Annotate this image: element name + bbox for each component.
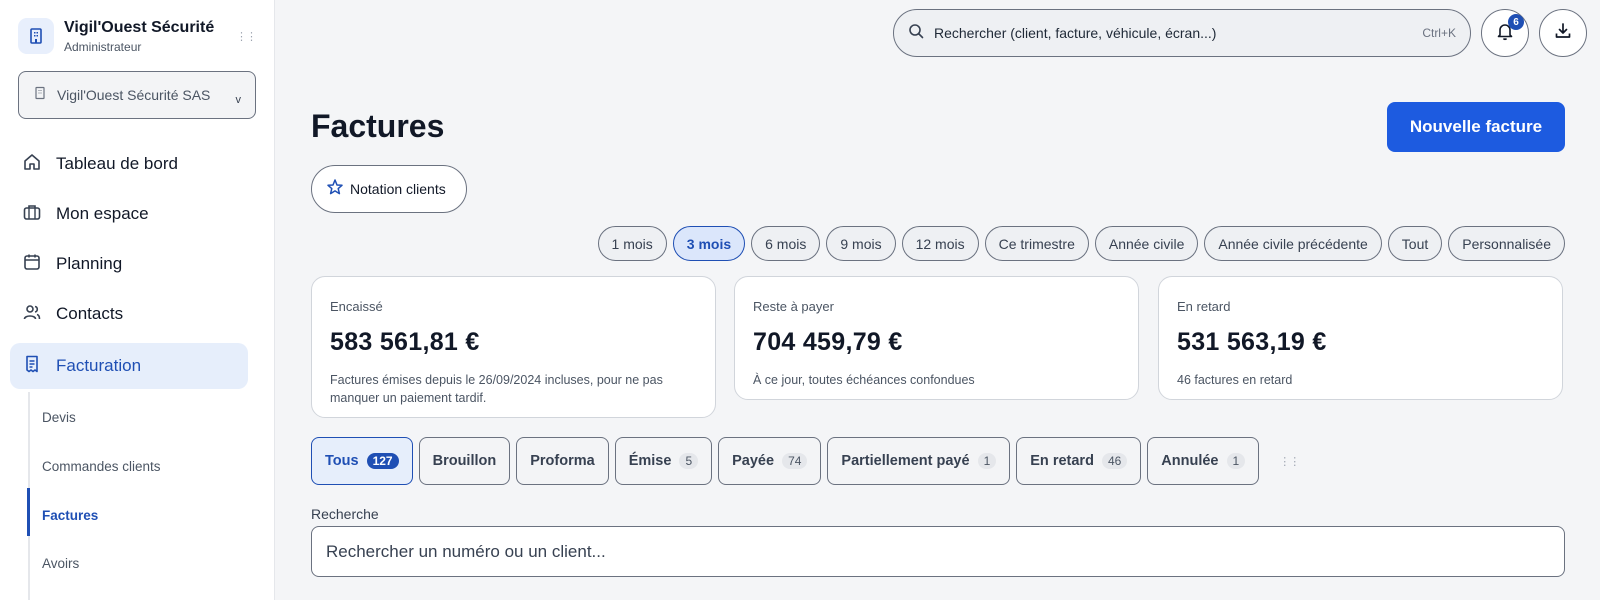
status-label: Émise	[628, 453, 672, 469]
card-note: 46 factures en retard	[1177, 373, 1293, 387]
sidebar-item-planning[interactable]: Planning	[10, 241, 248, 287]
status-label: Tous	[325, 453, 359, 469]
status-issued[interactable]: Émise 5	[614, 437, 713, 485]
receipt-icon	[22, 354, 42, 379]
briefcase-icon	[22, 202, 42, 227]
sidebar-item-dashboard[interactable]: Tableau de bord	[10, 141, 248, 187]
status-count: 127	[366, 453, 399, 469]
global-search-input[interactable]: Rechercher (client, facture, véhicule, é…	[893, 9, 1471, 57]
status-cancelled[interactable]: Annulée 1	[1147, 437, 1260, 485]
status-count: 74	[782, 453, 808, 469]
status-label: Payée	[732, 453, 775, 469]
status-partially-paid[interactable]: Partiellement payé 1	[827, 437, 1011, 485]
status-paid[interactable]: Payée 74	[718, 437, 822, 485]
client-rating-button[interactable]: Notation clients	[311, 165, 467, 213]
organization-select[interactable]: Vigil'Ouest Sécurité SAS v	[18, 71, 256, 119]
period-9-months[interactable]: 9 mois	[826, 226, 896, 261]
subnav-item-quotes[interactable]: Devis	[42, 410, 76, 425]
remaining-card: Reste à payer 704 459,79 € À ce jour, to…	[734, 276, 1139, 400]
status-proforma[interactable]: Proforma	[516, 437, 609, 485]
star-icon	[326, 178, 344, 201]
period-all[interactable]: Tout	[1387, 226, 1443, 261]
card-amount: 531 563,19 €	[1177, 328, 1327, 356]
card-label: Encaissé	[330, 299, 383, 314]
period-6-months[interactable]: 6 mois	[751, 226, 821, 261]
period-filter: 1 mois 3 mois 6 mois 9 mois 12 mois Ce t…	[597, 226, 1565, 261]
keyboard-shortcut-hint: Ctrl+K	[1422, 26, 1456, 40]
brand-role: Administrateur	[64, 40, 142, 54]
status-label: En retard	[1030, 453, 1094, 469]
sidebar-item-label: Facturation	[56, 356, 142, 375]
period-3-months[interactable]: 3 mois	[672, 226, 746, 261]
card-label: En retard	[1177, 299, 1231, 314]
period-custom[interactable]: Personnalisée	[1448, 226, 1565, 261]
drag-handle-icon[interactable]: ⋮⋮	[1279, 455, 1300, 468]
period-calendar-year[interactable]: Année civile	[1094, 226, 1199, 261]
subnav-active-marker	[27, 488, 30, 536]
overdue-card: En retard 531 563,19 € 46 factures en re…	[1158, 276, 1563, 400]
download-button[interactable]	[1539, 9, 1587, 57]
status-count: 46	[1101, 453, 1128, 469]
invoice-search-input[interactable]: Rechercher un numéro ou un client...	[311, 526, 1565, 577]
status-label: Proforma	[530, 453, 595, 469]
status-label: Annulée	[1161, 453, 1219, 469]
card-label: Reste à payer	[753, 299, 834, 314]
sidebar-item-my-space[interactable]: Mon espace	[10, 191, 248, 237]
card-note: Factures émises depuis le 26/09/2024 inc…	[330, 373, 663, 405]
card-amount: 704 459,79 €	[753, 328, 903, 356]
brand: Vigil'Ouest Sécurité Administrateur	[18, 18, 214, 54]
subnav-item-customer-orders[interactable]: Commandes clients	[42, 459, 161, 474]
period-1-month[interactable]: 1 mois	[597, 226, 667, 261]
invoice-search-label: Recherche	[311, 506, 379, 522]
status-draft[interactable]: Brouillon	[418, 437, 511, 485]
status-count: 5	[679, 453, 699, 469]
client-rating-label: Notation clients	[350, 181, 446, 197]
page-title: Factures	[311, 108, 445, 144]
status-overdue[interactable]: En retard 46	[1016, 437, 1142, 485]
drag-handle-icon[interactable]: ⋮⋮	[236, 30, 257, 43]
new-invoice-button[interactable]: Nouvelle facture	[1387, 102, 1565, 152]
sidebar: Vigil'Ouest Sécurité Administrateur ⋮⋮ V…	[0, 0, 275, 600]
subnav-item-invoices[interactable]: Factures	[42, 508, 98, 523]
period-12-months[interactable]: 12 mois	[901, 226, 979, 261]
status-label: Brouillon	[432, 453, 497, 469]
search-icon	[908, 23, 924, 44]
card-note: À ce jour, toutes échéances confondues	[753, 373, 975, 387]
sidebar-item-label: Mon espace	[56, 204, 149, 223]
notification-count-badge: 6	[1508, 14, 1524, 30]
status-count: 1	[977, 453, 997, 469]
card-amount: 583 561,81 €	[330, 328, 480, 356]
sidebar-item-label: Tableau de bord	[56, 154, 178, 173]
users-icon	[22, 302, 42, 327]
status-label: Partiellement payé	[841, 453, 970, 469]
sidebar-item-label: Planning	[56, 254, 123, 273]
period-previous-calendar-year[interactable]: Année civile précédente	[1204, 226, 1382, 261]
subnav-item-credit-notes[interactable]: Avoirs	[42, 556, 79, 571]
building-icon	[18, 18, 54, 54]
sidebar-item-billing[interactable]: Facturation	[10, 343, 248, 389]
download-icon	[1553, 21, 1573, 46]
sidebar-item-contacts[interactable]: Contacts	[10, 291, 248, 337]
notifications-button[interactable]: 6	[1481, 9, 1529, 57]
brand-name: Vigil'Ouest Sécurité	[64, 19, 215, 36]
status-all[interactable]: Tous 127	[311, 437, 413, 485]
period-this-quarter[interactable]: Ce trimestre	[984, 226, 1089, 261]
organization-select-value: Vigil'Ouest Sécurité SAS	[57, 87, 211, 103]
calendar-icon	[22, 252, 42, 277]
global-search-placeholder: Rechercher (client, facture, véhicule, é…	[934, 25, 1217, 41]
status-count: 1	[1226, 453, 1246, 469]
building-icon	[33, 86, 47, 105]
collected-card: Encaissé 583 561,81 € Factures émises de…	[311, 276, 716, 418]
sidebar-item-label: Contacts	[56, 304, 124, 323]
chevron-down-icon: v	[235, 94, 242, 106]
home-icon	[22, 152, 42, 177]
status-filter: Tous 127 Brouillon Proforma Émise 5 Payé…	[311, 437, 1300, 485]
